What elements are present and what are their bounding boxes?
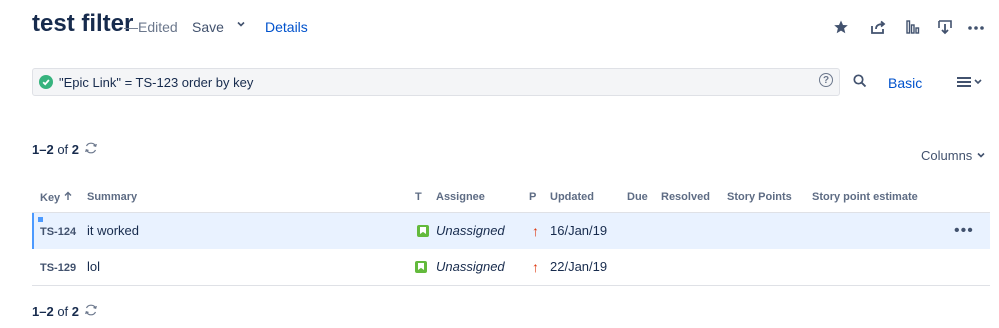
issue-key[interactable]: TS-124	[40, 214, 76, 250]
page-title: test filter	[32, 10, 134, 37]
result-range-bottom: 1–2	[32, 304, 54, 319]
col-header-resolved[interactable]: Resolved	[661, 191, 710, 203]
col-header-priority[interactable]: P	[529, 191, 536, 203]
priority-high-arrow-icon: ↑	[532, 223, 539, 239]
story-icon	[415, 261, 427, 273]
col-header-type[interactable]: T	[415, 191, 422, 203]
details-link[interactable]: Details	[265, 19, 308, 35]
col-header-key-label: Key	[40, 192, 61, 204]
save-button[interactable]: Save	[192, 19, 224, 35]
issue-key[interactable]: TS-129	[40, 250, 76, 286]
story-icon	[417, 225, 429, 237]
chart-icon[interactable]	[902, 16, 924, 38]
result-of: of	[57, 142, 69, 157]
result-count-bottom: 1–2 of 2	[32, 304, 79, 319]
basic-search-toggle[interactable]: Basic	[888, 75, 922, 91]
refresh-icon[interactable]	[84, 141, 98, 160]
result-total: 2	[71, 142, 80, 157]
result-range: 1–2	[32, 142, 54, 157]
col-header-key[interactable]: Key	[40, 191, 73, 204]
issue-assignee: Unassigned	[436, 259, 505, 274]
col-header-summary[interactable]: Summary	[87, 191, 137, 203]
col-header-due[interactable]: Due	[627, 191, 648, 203]
export-icon[interactable]	[934, 16, 956, 38]
issue-assignee: Unassigned	[436, 223, 505, 238]
row-actions-more-icon[interactable]: •••	[954, 213, 974, 249]
result-count: 1–2 of 2	[32, 142, 79, 157]
issue-summary[interactable]: it worked	[87, 213, 139, 249]
issue-updated: 16/Jan/19	[550, 223, 608, 238]
issue-updated: 22/Jan/19	[550, 259, 608, 274]
table-row[interactable]: TS-129 lol Unassigned ↑ 22/Jan/19	[32, 249, 990, 285]
columns-label: Columns	[921, 148, 973, 163]
result-total-bottom: 2	[71, 304, 80, 319]
priority-high-arrow-icon: ↑	[532, 259, 539, 275]
sort-ascending-arrow-icon	[64, 191, 72, 200]
col-header-assignee[interactable]: Assignee	[436, 191, 485, 203]
table-row[interactable]: TS-124 it worked Unassigned ↑ 16/Jan/19 …	[32, 213, 990, 249]
more-icon[interactable]	[965, 16, 987, 38]
share-icon[interactable]	[867, 16, 889, 38]
issue-summary[interactable]: lol	[87, 249, 100, 285]
jql-query-text: "Epic Link" = TS-123 order by key	[59, 74, 254, 90]
help-icon[interactable]: ?	[819, 73, 833, 87]
title-separator: —	[124, 19, 138, 35]
columns-chevron-down-icon	[977, 152, 985, 158]
star-icon[interactable]	[830, 16, 852, 38]
table-bottom-divider	[32, 285, 990, 286]
refresh-icon[interactable]	[84, 303, 98, 322]
result-of-bottom: of	[57, 304, 69, 319]
jql-search-input[interactable]: "Epic Link" = TS-123 order by key ?	[32, 68, 840, 96]
save-options-chevron-down-icon[interactable]	[236, 18, 246, 32]
search-icon[interactable]	[852, 73, 868, 94]
valid-query-check-icon	[39, 75, 53, 89]
columns-button[interactable]: Columns	[921, 148, 986, 163]
col-header-story-point-estimate[interactable]: Story point estimate	[812, 191, 918, 203]
edited-status: Edited	[138, 19, 178, 35]
col-header-updated[interactable]: Updated	[550, 191, 594, 203]
col-header-story-points[interactable]: Story Points	[727, 191, 792, 203]
list-view-menu-icon[interactable]	[956, 75, 986, 94]
